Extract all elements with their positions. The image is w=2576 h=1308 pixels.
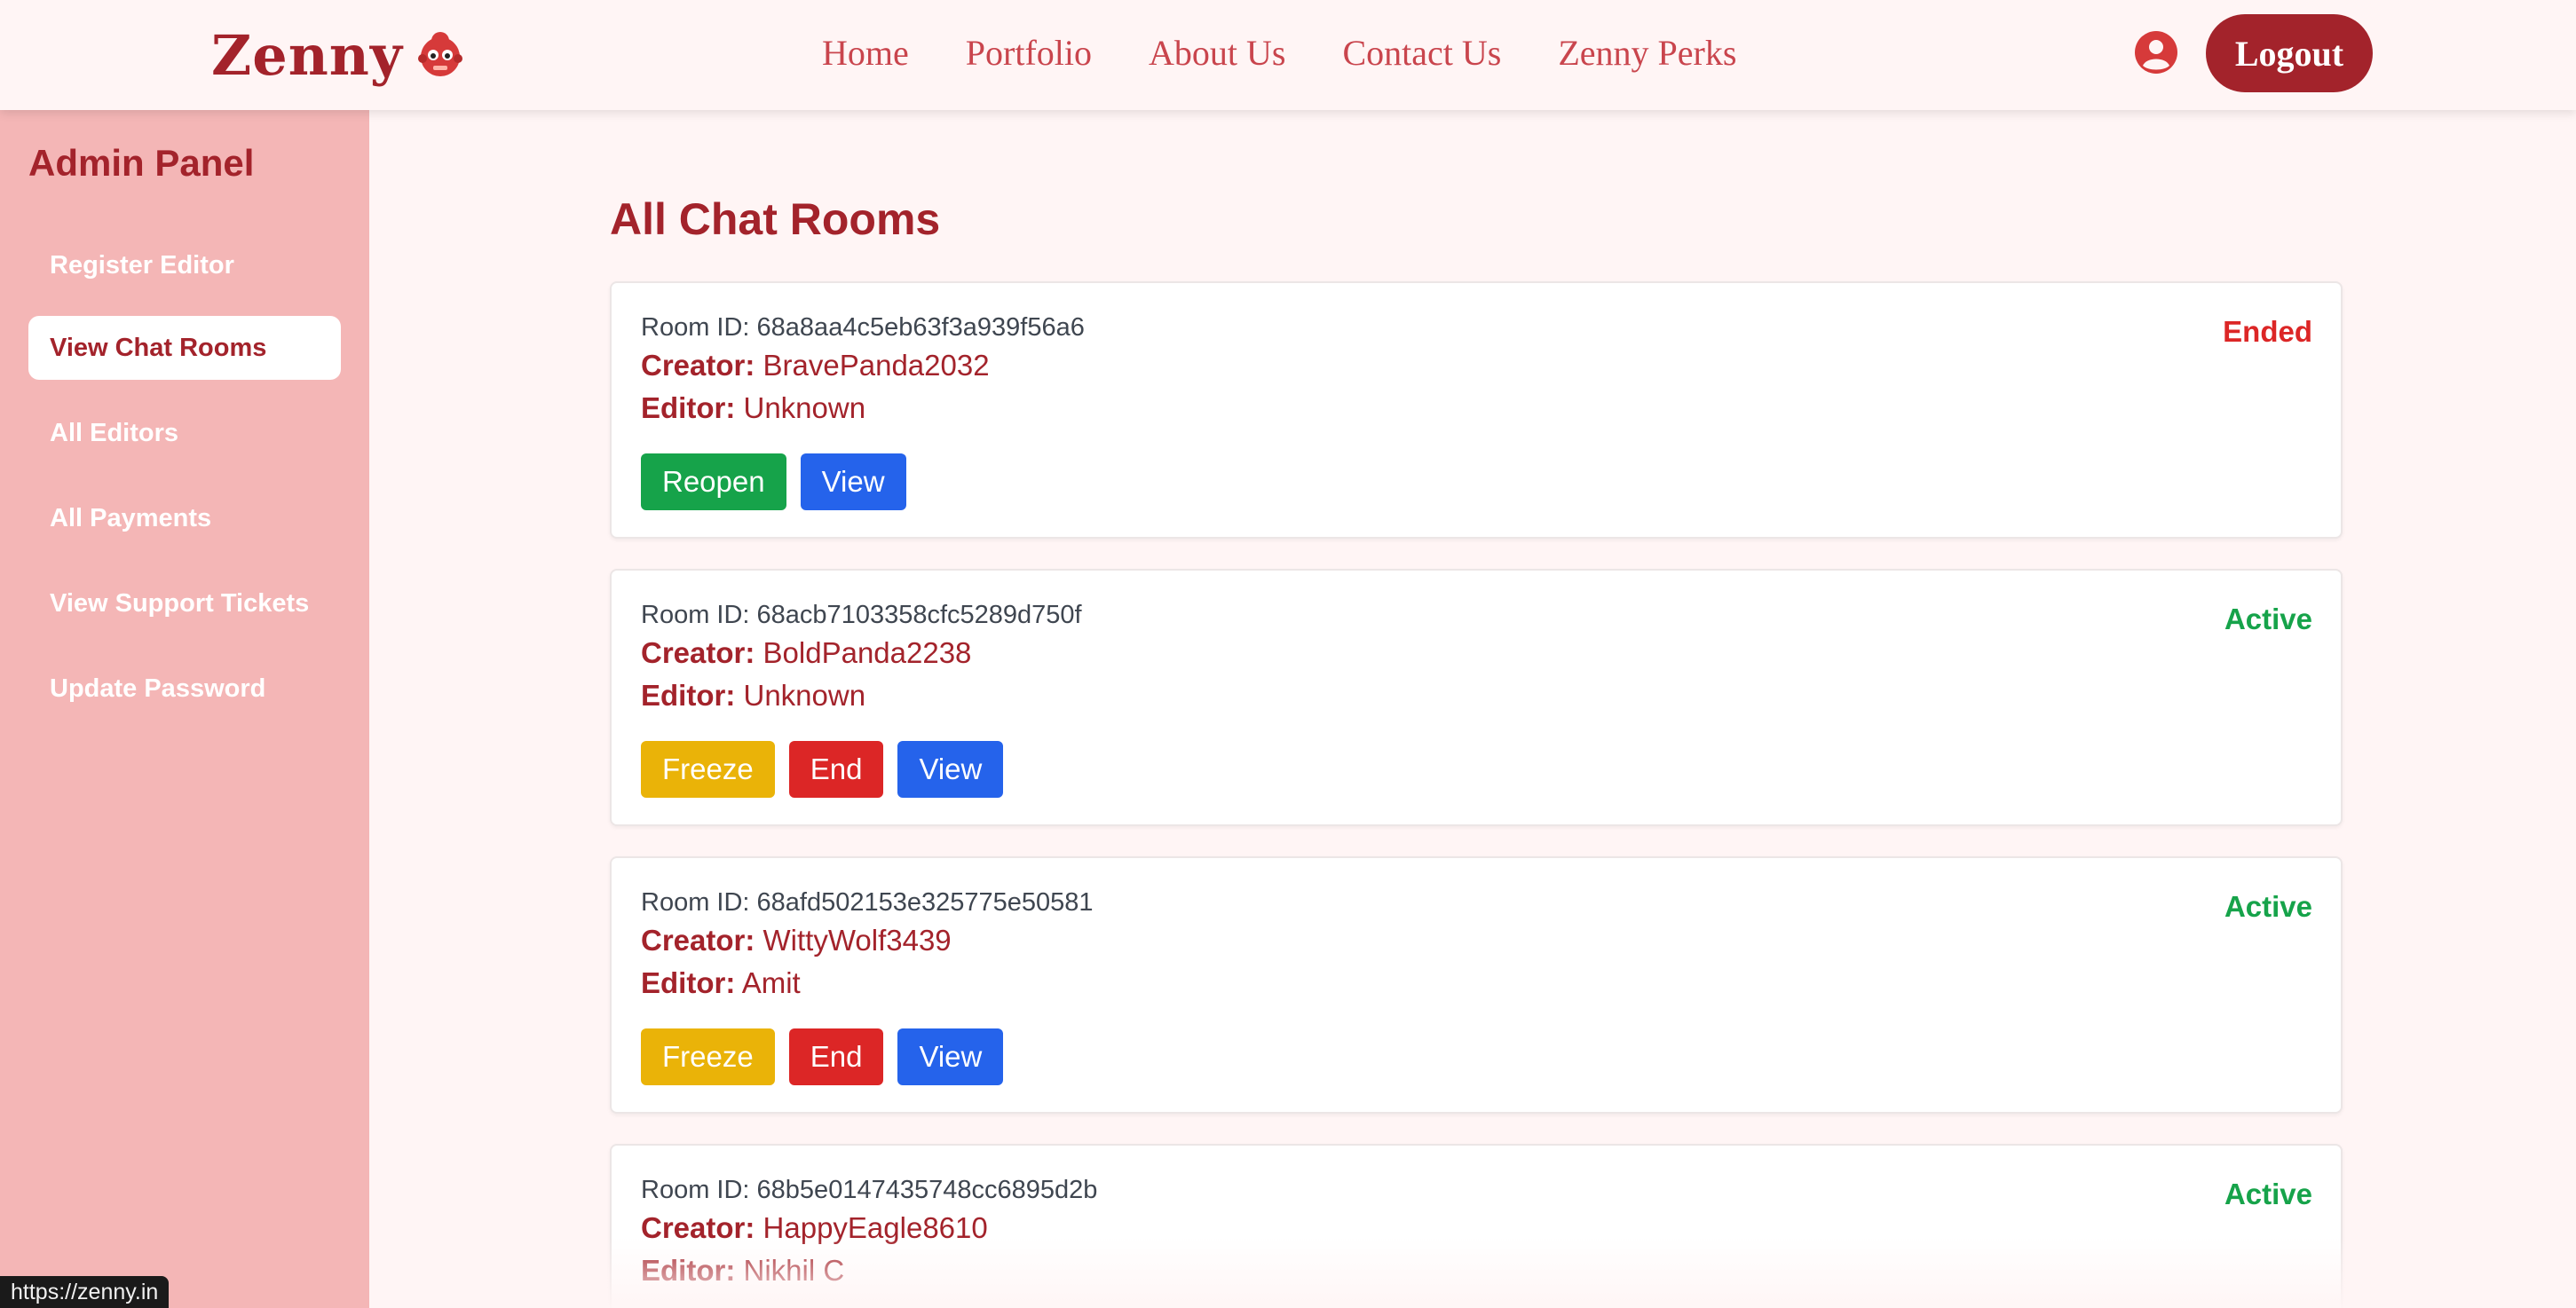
room-editor: Editor: Unknown <box>641 679 866 712</box>
view-button[interactable]: View <box>897 1028 1004 1085</box>
main-nav: Home Portfolio About Us Contact Us Zenny… <box>822 27 1736 80</box>
room-creator: Creator: BoldPanda2238 <box>641 636 972 669</box>
freeze-button[interactable]: Freeze <box>641 741 775 798</box>
freeze-button[interactable]: Freeze <box>641 1028 775 1085</box>
status-badge: Active <box>2224 603 2312 635</box>
top-navbar: Zenny Home Portfolio About Us Contact Us… <box>0 0 2576 110</box>
sidebar-item-view-chat-rooms[interactable]: View Chat Rooms <box>28 316 341 380</box>
status-badge: Active <box>2224 1178 2312 1210</box>
user-circle-icon[interactable] <box>2134 30 2178 75</box>
room-id: Room ID: 68b5e0147435748cc6895d2b <box>641 1176 1098 1204</box>
room-id: Room ID: 68afd502153e325775e50581 <box>641 888 1094 917</box>
nav-portfolio[interactable]: Portfolio <box>966 27 1092 80</box>
room-creator: Creator: BravePanda2032 <box>641 349 990 382</box>
brand-logo[interactable]: Zenny <box>211 20 465 91</box>
sidebar-item-all-payments[interactable]: All Payments <box>28 486 341 550</box>
chat-room-card: Room ID: 68a8aa4c5eb63f3a939f56a6 Creato… <box>610 281 2343 539</box>
mascot-icon <box>417 32 462 76</box>
page-title: All Chat Rooms <box>610 194 941 244</box>
room-actions: Reopen View <box>641 453 906 510</box>
chat-room-card: Room ID: 68acb7103358cfc5289d750f Creato… <box>610 569 2343 826</box>
room-actions: Freeze End View <box>641 1028 1004 1085</box>
status-badge: Active <box>2224 890 2312 923</box>
room-actions: Freeze End View <box>641 741 1004 798</box>
nav-contact-us[interactable]: Contact Us <box>1342 27 1501 80</box>
room-id: Room ID: 68acb7103358cfc5289d750f <box>641 601 1082 629</box>
sidebar-item-all-editors[interactable]: All Editors <box>28 401 341 465</box>
chat-room-card: Room ID: 68b5e0147435748cc6895d2b Creato… <box>610 1144 2343 1308</box>
room-editor: Editor: Unknown <box>641 391 866 424</box>
room-editor: Editor: Nikhil C <box>641 1254 845 1287</box>
logout-button[interactable]: Logout <box>2206 14 2373 92</box>
status-bar-url: https://zenny.in <box>0 1276 170 1308</box>
room-creator: Creator: WittyWolf3439 <box>641 924 952 957</box>
sidebar-item-update-password[interactable]: Update Password <box>28 657 341 721</box>
room-creator: Creator: HappyEagle8610 <box>641 1211 988 1244</box>
brand-name: Zenny <box>211 22 403 88</box>
view-button[interactable]: View <box>897 741 1004 798</box>
reopen-button[interactable]: Reopen <box>641 453 786 510</box>
sidebar-item-register-editor[interactable]: Register Editor <box>28 233 341 297</box>
end-button[interactable]: End <box>788 1028 884 1085</box>
admin-sidebar: Admin Panel Register Editor View Chat Ro… <box>0 110 369 1308</box>
status-badge: Ended <box>2223 315 2312 348</box>
room-editor: Editor: Amit <box>641 966 801 999</box>
view-button[interactable]: View <box>800 453 906 510</box>
end-button[interactable]: End <box>788 741 884 798</box>
room-id: Room ID: 68a8aa4c5eb63f3a939f56a6 <box>641 313 1085 342</box>
sidebar-title: Admin Panel <box>28 142 255 184</box>
chat-room-card: Room ID: 68afd502153e325775e50581 Creato… <box>610 856 2343 1114</box>
nav-zenny-perks[interactable]: Zenny Perks <box>1558 27 1736 80</box>
nav-home[interactable]: Home <box>822 27 909 80</box>
nav-about-us[interactable]: About Us <box>1149 27 1285 80</box>
sidebar-item-view-support-tickets[interactable]: View Support Tickets <box>28 571 341 635</box>
